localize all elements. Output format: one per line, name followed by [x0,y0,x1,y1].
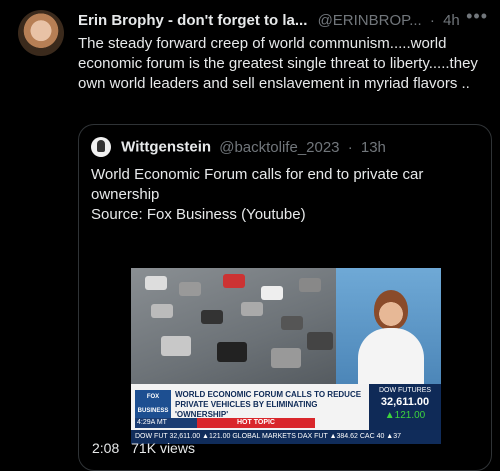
news-lower-third: FOX BUSINESS WORLD ECONOMIC FORUM CALLS … [131,384,441,444]
separator-dot: · [429,12,435,29]
quoted-tweet[interactable]: Wittgenstein @backtolife_2023 · 13h Worl… [78,124,492,471]
more-icon[interactable]: ••• [466,6,488,27]
news-anchor-image [336,268,441,384]
dow-futures-label: DOW FUTURES [378,387,432,394]
fox-business-logo: FOX BUSINESS [135,390,171,418]
hot-topic-label: HOT TOPIC [197,418,315,428]
quote-separator: · [347,138,353,156]
author-handle[interactable]: @ERINBROP... [318,12,422,29]
quote-text-line1: World Economic Forum calls for end to pr… [91,166,424,203]
tweet-time[interactable]: 4h [443,12,460,29]
quote-time: 13h [360,138,386,156]
highway-traffic-image [131,268,336,384]
tweet-header: Erin Brophy - don't forget to la... @ERI… [78,6,488,32]
news-headline: WORLD ECONOMIC FORUM CALLS TO REDUCE PRI… [175,390,362,419]
author-avatar[interactable] [18,10,64,56]
quote-author-avatar [91,137,111,157]
video-views: 71K views [131,440,195,456]
video-player[interactable]: FOX BUSINESS WORLD ECONOMIC FORUM CALLS … [131,268,441,444]
quote-author-handle: @backtolife_2023 [219,138,340,156]
quote-text: World Economic Forum calls for end to pr… [91,165,476,225]
tweet-text: The steady forward creep of world commun… [78,35,478,92]
author-name[interactable]: Erin Brophy - don't forget to la... [78,12,307,29]
dow-futures-value: 32,611.00 [380,396,430,408]
dow-futures-change: ▲121.00 [384,410,426,421]
dow-futures-box: DOW FUTURES 32,611.00 ▲121.00 [369,384,441,430]
video-duration: 2:08 [92,440,120,456]
video-footer: 2:08 71K views [92,440,195,456]
quote-text-line2: Source: Fox Business (Youtube) [91,206,306,223]
quote-header: Wittgenstein @backtolife_2023 · 13h [91,137,386,157]
quote-author-name: Wittgenstein [121,138,212,156]
live-time-label: 4:29A MT [135,418,197,428]
